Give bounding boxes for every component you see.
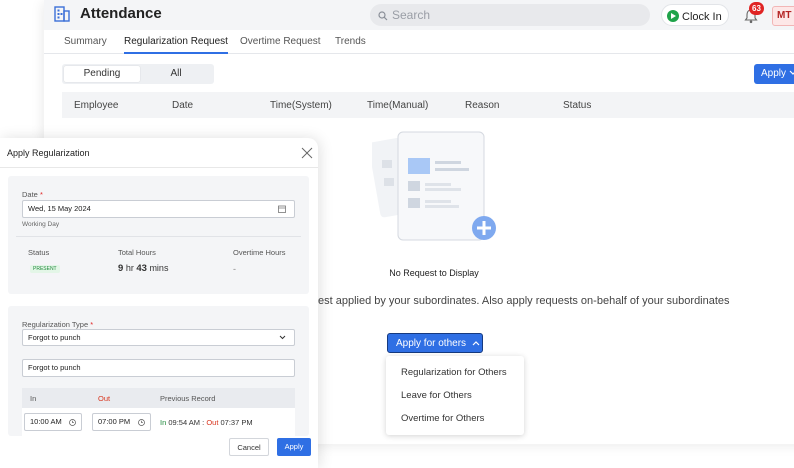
avatar[interactable]: MT bbox=[772, 6, 794, 26]
in-time-input[interactable]: 10:00 AM bbox=[24, 413, 82, 431]
empty-state-description: est applied by your subordinates. Also a… bbox=[318, 295, 730, 307]
in-label: In bbox=[30, 394, 37, 403]
filter-pending[interactable]: Pending bbox=[64, 66, 140, 82]
attendance-details-card: Date * Wed, 15 May 2024 Working Day Stat… bbox=[8, 176, 309, 294]
search-icon bbox=[378, 11, 388, 21]
page-title: Attendance bbox=[80, 5, 162, 22]
menu-item-overtime-for-others[interactable]: Overtime for Others bbox=[401, 413, 484, 424]
out-time-input[interactable]: 07:00 PM bbox=[92, 413, 151, 431]
tab-bar: Summary Regularization Request Overtime … bbox=[44, 30, 794, 54]
tab-overtime-request[interactable]: Overtime Request bbox=[240, 36, 321, 47]
apply-dropdown-button[interactable]: Apply bbox=[754, 64, 794, 84]
apply-regularization-modal: Apply Regularization Date * Wed, 15 May … bbox=[0, 138, 318, 468]
apply-for-others-menu: Regularization for Others Leave for Othe… bbox=[386, 356, 524, 435]
regularization-type-select[interactable]: Forgot to punch bbox=[22, 329, 295, 346]
play-icon bbox=[667, 10, 679, 22]
tab-regularization-request[interactable]: Regularization Request bbox=[124, 36, 228, 54]
close-icon[interactable] bbox=[301, 146, 313, 159]
status-label: Status bbox=[28, 248, 50, 257]
chevron-down-icon bbox=[789, 70, 794, 75]
chevron-up-icon bbox=[472, 341, 480, 346]
column-employee: Employee bbox=[74, 100, 119, 111]
status-badge: PRESENT bbox=[30, 265, 60, 273]
clock-in-button[interactable]: Clock In bbox=[661, 4, 729, 26]
menu-item-leave-for-others[interactable]: Leave for Others bbox=[401, 390, 472, 401]
overtime-hours-value: - bbox=[233, 264, 236, 274]
reason-input[interactable]: Forgot to punch bbox=[22, 359, 295, 377]
date-field[interactable]: Wed, 15 May 2024 bbox=[22, 200, 295, 218]
time-table-header: In Out Previous Record bbox=[22, 388, 295, 408]
apply-button[interactable]: Apply bbox=[277, 438, 311, 456]
out-label: Out bbox=[98, 394, 111, 403]
previous-record-value: In 09:54 AM : Out 07:37 PM bbox=[160, 418, 253, 427]
column-date: Date bbox=[172, 100, 194, 111]
attendance-logo-icon bbox=[54, 6, 70, 22]
clock-icon bbox=[69, 419, 76, 426]
filter-all[interactable]: All bbox=[140, 66, 212, 82]
total-hours-value: 9 hr 43 mins bbox=[118, 263, 169, 274]
modal-footer: Cancel Apply bbox=[0, 434, 318, 468]
tab-summary[interactable]: Summary bbox=[64, 36, 107, 47]
top-bar: Attendance Search Clock In 63 MT bbox=[44, 0, 794, 30]
notification-badge: 63 bbox=[749, 2, 764, 15]
empty-state-title: No Request to Display bbox=[389, 268, 479, 278]
regularization-type-label: Regularization Type * bbox=[22, 320, 94, 329]
time-table-row: 10:00 AM 07:00 PM In 09:54 AM : Out 07:3… bbox=[22, 408, 295, 436]
column-reason: Reason bbox=[465, 100, 500, 111]
menu-item-regularization-for-others[interactable]: Regularization for Others bbox=[401, 367, 507, 378]
search-input[interactable]: Search bbox=[370, 4, 650, 26]
overtime-hours-label: Overtime Hours bbox=[233, 248, 286, 257]
tab-trends[interactable]: Trends bbox=[335, 36, 366, 47]
clock-icon bbox=[138, 419, 145, 426]
cancel-button[interactable]: Cancel bbox=[229, 438, 269, 456]
column-status: Status bbox=[563, 100, 592, 111]
empty-state-illustration bbox=[368, 128, 502, 248]
apply-for-others-button[interactable]: Apply for others bbox=[387, 333, 483, 353]
modal-header: Apply Regularization bbox=[0, 138, 318, 168]
total-hours-label: Total Hours bbox=[118, 248, 156, 257]
column-time-manual: Time(Manual) bbox=[367, 100, 429, 111]
status-filter: Pending All bbox=[62, 64, 214, 84]
day-type: Working Day bbox=[22, 221, 60, 228]
column-time-system: Time(System) bbox=[270, 100, 332, 111]
previous-record-label: Previous Record bbox=[160, 394, 216, 403]
calendar-icon bbox=[278, 205, 286, 213]
date-label: Date * bbox=[22, 190, 43, 199]
chevron-down-icon bbox=[279, 335, 286, 340]
modal-title: Apply Regularization bbox=[7, 148, 90, 158]
table-header: Employee Date Time(System) Time(Manual) … bbox=[62, 92, 794, 118]
regularization-card: Regularization Type * Forgot to punch Fo… bbox=[8, 306, 309, 436]
